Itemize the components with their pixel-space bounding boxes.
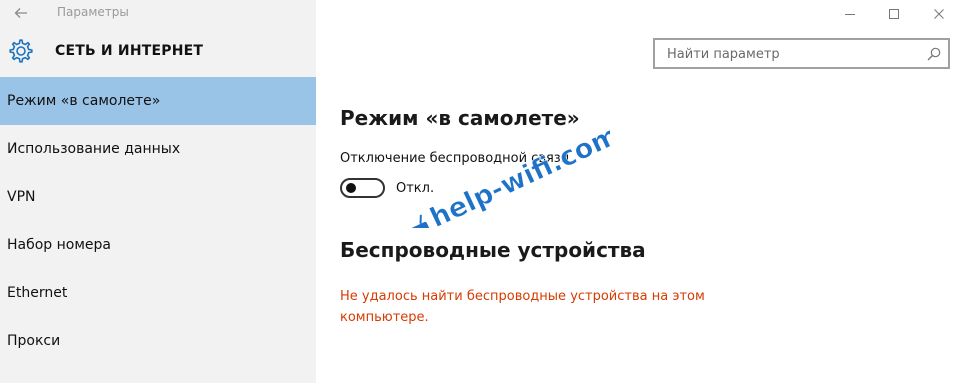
- wireless-error-message: Не удалось найти беспроводные устройства…: [340, 289, 705, 325]
- airplane-mode-heading: Режим «в самолете»: [340, 106, 580, 130]
- close-button[interactable]: [919, 2, 957, 26]
- sidebar-item-vpn[interactable]: VPN: [0, 173, 316, 221]
- gear-icon: [9, 39, 33, 63]
- router-icon: [403, 214, 431, 228]
- title-bar: Параметры: [0, 0, 957, 28]
- help-wifi-watermark: help-wifi.com: [403, 119, 610, 228]
- page-title: СЕТЬ И ИНТЕРНЕТ: [55, 43, 204, 59]
- wireless-devices-heading: Беспроводные устройства: [340, 238, 646, 262]
- minimize-icon: [845, 14, 855, 15]
- search-icon[interactable]: [926, 46, 942, 62]
- wireless-toggle-label: Отключение беспроводной связи: [340, 151, 570, 166]
- minimize-button[interactable]: [830, 2, 870, 26]
- sidebar-item-proxy[interactable]: Прокси: [0, 317, 316, 365]
- toggle-knob: [346, 183, 356, 193]
- close-icon: [934, 9, 944, 19]
- sidebar-item-airplane-mode[interactable]: Режим «в самолете»: [0, 77, 316, 125]
- sidebar-item-data-usage[interactable]: Использование данных: [0, 125, 316, 173]
- sidebar-item-dial-up[interactable]: Набор номера: [0, 221, 316, 269]
- sidebar-nav: Режим «в самолете» Использование данных …: [0, 77, 316, 365]
- search-input[interactable]: [667, 45, 917, 63]
- sidebar-item-ethernet[interactable]: Ethernet: [0, 269, 316, 317]
- back-button[interactable]: [8, 2, 34, 24]
- maximize-icon: [889, 9, 899, 19]
- arrow-left-icon: [14, 8, 27, 18]
- window-title: Параметры: [57, 5, 129, 19]
- watermark-text: help-wifi.com: [426, 120, 610, 228]
- maximize-button[interactable]: [874, 2, 914, 26]
- toggle-state-label: Откл.: [396, 181, 435, 196]
- search-box[interactable]: [653, 38, 950, 69]
- airplane-mode-toggle[interactable]: [340, 178, 385, 198]
